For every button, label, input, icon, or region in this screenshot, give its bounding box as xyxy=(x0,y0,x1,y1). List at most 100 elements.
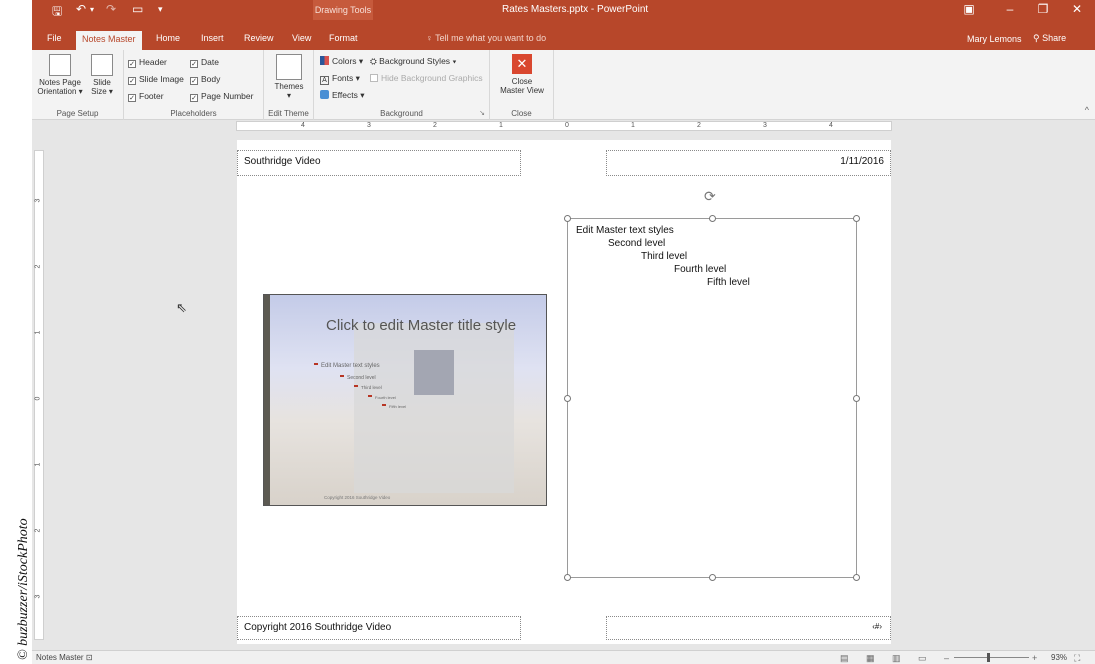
resize-handle[interactable] xyxy=(564,215,571,222)
zoom-out-icon[interactable]: – xyxy=(944,653,949,663)
rotate-handle-icon[interactable]: ⟳ xyxy=(704,188,716,205)
reading-view-icon[interactable]: ▥ xyxy=(892,653,901,664)
paint-bucket-icon: ⛭ xyxy=(370,56,380,66)
notes-level-2: Second level xyxy=(608,238,666,249)
resize-handle[interactable] xyxy=(564,395,571,402)
fonts-button[interactable]: A Fonts ▾ xyxy=(320,73,360,85)
notes-body-placeholder[interactable]: Edit Master text styles Second level Thi… xyxy=(564,215,860,581)
tab-review[interactable]: Review xyxy=(244,33,274,43)
ruler-number: 0 xyxy=(565,122,569,129)
vertical-ruler: 3 2 1 0 1 2 3 xyxy=(34,150,44,640)
slide-accent-bar xyxy=(264,295,270,505)
powerpoint-window: 🖫 ↶ ▾ ↷ ▭ ▾ Drawing Tools Rates Masters.… xyxy=(32,0,1095,664)
undo-dropdown-icon[interactable]: ▾ xyxy=(90,5,94,14)
body-checkbox[interactable]: ✓ Body xyxy=(190,74,220,85)
group-label: Background xyxy=(380,109,423,118)
ruler-number: 2 xyxy=(697,122,701,129)
resize-handle[interactable] xyxy=(853,215,860,222)
page-number-checkbox[interactable]: ✓ Page Number xyxy=(190,91,253,102)
ruler-number: 3 xyxy=(367,122,371,129)
user-name[interactable]: Mary Lemons xyxy=(967,34,1022,44)
group-label: Placeholders xyxy=(170,109,217,118)
group-placeholders: ✓ Header ✓ Slide Image ✓ Footer ✓ Date ✓ Body… xyxy=(124,50,264,120)
customize-qat-icon[interactable]: ▾ xyxy=(158,4,163,15)
tab-file[interactable]: File xyxy=(47,33,62,43)
normal-view-icon[interactable]: ▤ xyxy=(840,653,849,664)
page-number-placeholder[interactable]: ‹#› xyxy=(606,616,891,640)
close-master-view-button[interactable]: ✕ Close Master View xyxy=(496,54,548,95)
tab-view[interactable]: View xyxy=(292,33,311,43)
slideshow-icon[interactable]: ▭ xyxy=(918,653,927,664)
close-window-icon[interactable]: ✕ xyxy=(1062,2,1092,16)
minimize-icon[interactable]: – xyxy=(995,2,1025,16)
themes-icon xyxy=(276,54,302,80)
group-label: Page Setup xyxy=(56,109,99,118)
slide-sorter-icon[interactable]: ▦ xyxy=(866,653,875,664)
group-edit-theme: Themes ▾ Edit Theme xyxy=(264,50,314,120)
themes-button[interactable]: Themes ▾ xyxy=(270,54,308,100)
header-checkbox[interactable]: ✓ Header xyxy=(128,57,167,68)
colors-button[interactable]: Colors ▾ xyxy=(320,56,363,67)
ribbon-tabs: File Notes Master Home Insert Review Vie… xyxy=(32,20,1095,52)
header-placeholder[interactable]: Southridge Video xyxy=(237,150,521,176)
effects-button[interactable]: Effects ▾ xyxy=(320,90,364,101)
resize-handle[interactable] xyxy=(853,574,860,581)
tell-me-search[interactable]: ♀ Tell me what you want to do xyxy=(426,33,546,43)
tab-home[interactable]: Home xyxy=(156,33,180,43)
window-title: Rates Masters.pptx - PowerPoint xyxy=(502,4,649,15)
horizontal-ruler: 4 3 2 1 0 1 2 3 4 xyxy=(236,121,892,131)
date-checkbox[interactable]: ✓ Date xyxy=(190,57,219,68)
ruler-number: 2 xyxy=(34,264,42,269)
date-placeholder[interactable]: 1/11/2016 xyxy=(606,150,891,176)
zoom-level[interactable]: 93% xyxy=(1051,653,1067,662)
slide-size-button[interactable]: Slide Size ▾ xyxy=(86,54,118,96)
footer-checkbox[interactable]: ✓ Footer xyxy=(128,91,164,102)
resize-handle[interactable] xyxy=(564,574,571,581)
ribbon-display-options-icon[interactable]: ▣ xyxy=(954,2,984,16)
undo-icon[interactable]: ↶ xyxy=(76,2,86,16)
group-background: Colors ▾ A Fonts ▾ Effects ▾ ⛭ Background… xyxy=(314,50,490,120)
tab-insert[interactable]: Insert xyxy=(201,33,224,43)
photo-credit: © buzbuzzer/iStockPhoto xyxy=(16,518,31,660)
ruler-number: 0 xyxy=(34,396,42,401)
zoom-in-icon[interactable]: + xyxy=(1032,653,1037,663)
ruler-number: 1 xyxy=(34,330,42,335)
share-button[interactable]: ⚲ Share xyxy=(1033,33,1066,44)
background-styles-button[interactable]: ⛭ Background Styles ▾ xyxy=(370,56,457,67)
tab-notes-master[interactable]: Notes Master xyxy=(76,31,142,52)
view-indicator: Notes Master ⊡ xyxy=(36,653,93,662)
building-photo xyxy=(354,323,514,493)
zoom-slider-thumb[interactable] xyxy=(987,653,990,662)
footer-placeholder[interactable]: Copyright 2016 Southridge Video xyxy=(237,616,521,640)
notes-page-orientation-button[interactable]: Notes Page Orientation ▾ xyxy=(34,54,86,96)
redo-icon[interactable]: ↷ xyxy=(106,2,116,16)
ruler-number: 2 xyxy=(34,528,42,533)
notes-master-page: Southridge Video 1/11/2016 Click to edit… xyxy=(237,140,891,644)
ruler-number: 4 xyxy=(829,122,833,129)
effects-icon xyxy=(320,90,329,99)
title-bar: 🖫 ↶ ▾ ↷ ▭ ▾ Drawing Tools Rates Masters.… xyxy=(32,0,1095,20)
restore-icon[interactable]: ❐ xyxy=(1028,2,1058,16)
start-from-beginning-icon[interactable]: ▭ xyxy=(132,2,143,16)
building-window xyxy=(414,350,454,395)
lightbulb-icon: ♀ xyxy=(426,33,436,43)
resize-handle[interactable] xyxy=(853,395,860,402)
tab-format[interactable]: Format xyxy=(329,33,358,43)
slide-image-placeholder[interactable]: Click to edit Master title style Edit Ma… xyxy=(263,294,547,506)
fit-to-window-icon[interactable]: ⛶ xyxy=(1074,653,1080,664)
slide-level-1: Edit Master text styles xyxy=(314,363,380,369)
ruler-number: 1 xyxy=(34,462,42,467)
zoom-slider[interactable] xyxy=(954,657,1029,658)
ruler-number: 3 xyxy=(763,122,767,129)
credit-strip: © buzbuzzer/iStockPhoto xyxy=(0,0,32,664)
ruler-number: 4 xyxy=(301,122,305,129)
hide-background-graphics-checkbox[interactable]: Hide Background Graphics xyxy=(370,73,483,83)
slide-image-checkbox[interactable]: ✓ Slide Image xyxy=(128,74,184,85)
resize-handle[interactable] xyxy=(709,215,716,222)
dialog-launcher-icon[interactable]: ↘ xyxy=(479,109,485,117)
accessibility-icon: ⊡ xyxy=(85,653,93,662)
group-label: Edit Theme xyxy=(268,109,309,118)
slide-size-icon xyxy=(91,54,113,76)
collapse-ribbon-icon[interactable]: ^ xyxy=(1085,105,1089,115)
resize-handle[interactable] xyxy=(709,574,716,581)
